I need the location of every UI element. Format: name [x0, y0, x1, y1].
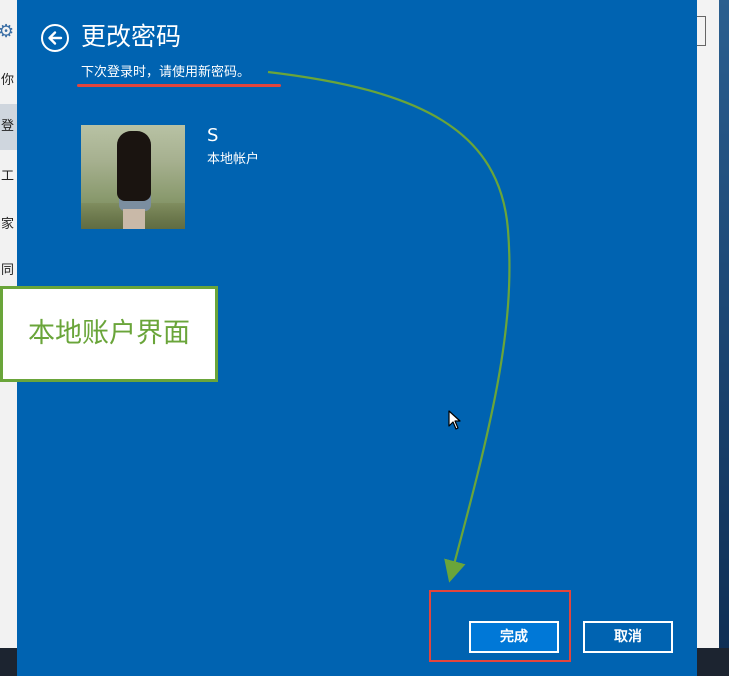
mouse-pointer-icon: [448, 410, 462, 434]
avatar: [81, 125, 185, 229]
avatar-photo-legs: [123, 209, 145, 229]
desktop-wallpaper: [719, 0, 729, 676]
back-button[interactable]: [41, 24, 69, 52]
avatar-photo-hair: [117, 131, 151, 201]
highlight-box: [429, 590, 571, 662]
annotation-callout: 本地账户界面: [0, 286, 218, 382]
gear-icon: ⚙: [0, 21, 15, 42]
background-right-window: [697, 0, 719, 648]
arrow-left-circle-icon: [48, 31, 63, 45]
subtitle: 下次登录时，请使用新密码。: [81, 65, 251, 80]
highlight-underline: [77, 84, 281, 87]
page-title: 更改密码: [81, 22, 182, 51]
account-type-label: 本地帐户: [207, 152, 260, 167]
annotation-callout-text: 本地账户界面: [28, 318, 190, 349]
user-name: S: [207, 125, 219, 146]
cancel-button[interactable]: 取消: [583, 621, 673, 653]
